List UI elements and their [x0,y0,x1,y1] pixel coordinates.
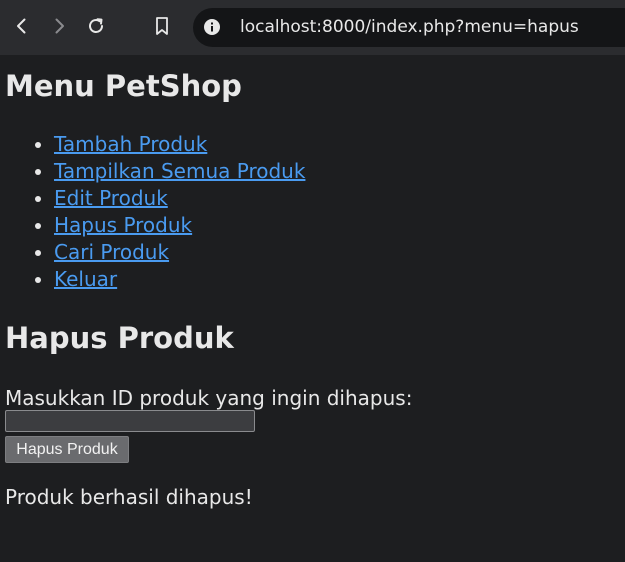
menu-item: Keluar [54,266,305,293]
menu-link-hapus-produk[interactable]: Hapus Produk [54,213,192,237]
result-message: Produk berhasil dihapus! [5,485,253,509]
bookmark-button[interactable] [146,10,178,42]
menu-item: Edit Produk [54,185,305,212]
menu-item: Tampilkan Semua Produk [54,158,305,185]
section-heading: Hapus Produk [5,321,234,355]
menu-heading: Menu PetShop [5,69,242,103]
reload-button[interactable] [80,10,112,42]
bookmark-icon [156,17,168,35]
url-text[interactable]: localhost:8000/index.php?menu=hapus [240,17,579,37]
menu-list: Tambah Produk Tampilkan Semua Produk Edi… [5,131,305,293]
delete-product-button[interactable]: Hapus Produk [5,436,129,463]
menu-link-cari-produk[interactable]: Cari Produk [54,240,169,264]
menu-item: Hapus Produk [54,212,305,239]
menu-link-keluar[interactable]: Keluar [54,267,117,291]
back-icon [17,18,26,34]
reload-icon [89,18,103,33]
info-icon[interactable] [203,18,221,36]
menu-link-tampilkan-semua-produk[interactable]: Tampilkan Semua Produk [54,159,305,183]
id-field-label: Masukkan ID produk yang ingin dihapus: [5,386,413,410]
menu-link-tambah-produk[interactable]: Tambah Produk [54,132,207,156]
forward-button[interactable] [43,10,75,42]
browser-toolbar: localhost:8000/index.php?menu=hapus [0,0,625,55]
address-bar[interactable]: localhost:8000/index.php?menu=hapus [193,8,625,47]
back-button[interactable] [6,10,38,42]
menu-item: Tambah Produk [54,131,305,158]
product-id-input[interactable] [5,410,255,432]
forward-icon [55,18,64,34]
menu-link-edit-produk[interactable]: Edit Produk [54,186,168,210]
menu-item: Cari Produk [54,239,305,266]
